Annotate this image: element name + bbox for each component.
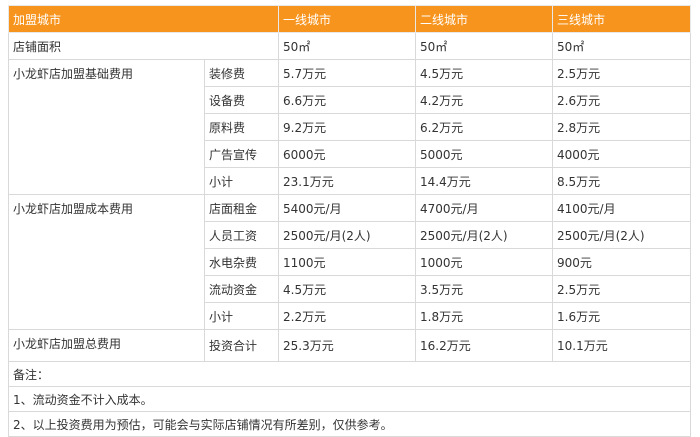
note-item: 2、以上投资费用为预估，可能会与实际店铺情况有所差别，仅供参考。	[7, 411, 692, 437]
note-item: 1、流动资金不计入成本。	[7, 386, 692, 412]
category-basic-fees: 小龙虾店加盟基础费用	[8, 59, 205, 195]
value-tier3: 10.1万元	[552, 329, 692, 362]
value-tier3: 2.5万元	[552, 275, 692, 303]
header-tier2: 二线城市	[415, 5, 554, 33]
notes-heading: 备注：	[7, 361, 692, 387]
value-tier1: 2500元/月(2人)	[278, 221, 417, 249]
table-row: 小龙虾店加盟总费用 投资合计 25.3万元 16.2万元 10.1万元	[8, 329, 692, 362]
area-tier3: 50㎡	[552, 32, 692, 60]
value-tier2: 16.2万元	[415, 329, 554, 362]
item-label: 装修费	[203, 59, 280, 87]
value-tier1: 6.6万元	[278, 86, 417, 114]
value-tier3: 2.8万元	[552, 113, 692, 141]
value-tier3: 4000元	[552, 140, 692, 168]
item-label: 流动资金	[203, 275, 280, 303]
header-tier1: 一线城市	[278, 5, 417, 33]
header-row: 加盟城市 一线城市 二线城市 三线城市	[7, 5, 692, 33]
item-label: 原料费	[203, 113, 280, 141]
value-tier2: 4700元/月	[415, 194, 554, 222]
item-label: 水电杂费	[203, 248, 280, 276]
value-tier3: 2500元/月(2人)	[552, 221, 692, 249]
value-tier1: 9.2万元	[278, 113, 417, 141]
notes-row: 1、流动资金不计入成本。	[7, 386, 692, 412]
value-tier1: 4.5万元	[278, 275, 417, 303]
value-tier1: 1100元	[278, 248, 417, 276]
value-tier1: 5400元/月	[278, 194, 417, 222]
value-tier3: 2.5万元	[552, 59, 692, 87]
value-tier2: 5000元	[415, 140, 554, 168]
notes-row: 备注：	[7, 361, 692, 387]
item-label: 小计	[203, 167, 280, 195]
header-city: 加盟城市	[7, 5, 280, 33]
value-tier1: 23.1万元	[278, 167, 417, 195]
area-tier2: 50㎡	[415, 32, 554, 60]
value-tier2: 2500元/月(2人)	[415, 221, 554, 249]
header-tier3: 三线城市	[552, 5, 692, 33]
item-label: 投资合计	[203, 329, 280, 362]
value-tier1: 2.2万元	[278, 302, 417, 330]
value-tier3: 8.5万元	[552, 167, 692, 195]
notes-row: 2、以上投资费用为预估，可能会与实际店铺情况有所差别，仅供参考。	[7, 411, 692, 437]
value-tier2: 6.2万元	[415, 113, 554, 141]
value-tier2: 1.8万元	[415, 302, 554, 330]
table-row: 小龙虾店加盟成本费用 店面租金 5400元/月 4700元/月 4100元/月	[8, 194, 692, 330]
value-tier2: 3.5万元	[415, 275, 554, 303]
area-tier1: 50㎡	[278, 32, 417, 60]
value-tier1: 5.7万元	[278, 59, 417, 87]
value-tier3: 900元	[552, 248, 692, 276]
value-tier2: 4.5万元	[415, 59, 554, 87]
table-row: 小龙虾店加盟基础费用 装修费 5.7万元 4.5万元 2.5万元	[8, 59, 692, 195]
category-total-fees: 小龙虾店加盟总费用	[8, 329, 205, 362]
item-label: 人员工资	[203, 221, 280, 249]
area-label: 店铺面积	[7, 32, 280, 60]
value-tier3: 2.6万元	[552, 86, 692, 114]
item-label: 设备费	[203, 86, 280, 114]
item-label: 小计	[203, 302, 280, 330]
category-cost-fees: 小龙虾店加盟成本费用	[8, 194, 205, 330]
value-tier2: 14.4万元	[415, 167, 554, 195]
item-label: 广告宣传	[203, 140, 280, 168]
value-tier2: 1000元	[415, 248, 554, 276]
value-tier1: 25.3万元	[278, 329, 417, 362]
value-tier3: 1.6万元	[552, 302, 692, 330]
area-row: 店铺面积 50㎡ 50㎡ 50㎡	[7, 32, 692, 60]
item-label: 店面租金	[203, 194, 280, 222]
value-tier1: 6000元	[278, 140, 417, 168]
value-tier2: 4.2万元	[415, 86, 554, 114]
cost-table: 加盟城市 一线城市 二线城市 三线城市 店铺面积 50㎡ 50㎡ 50㎡ 小龙虾…	[7, 5, 692, 437]
value-tier3: 4100元/月	[552, 194, 692, 222]
